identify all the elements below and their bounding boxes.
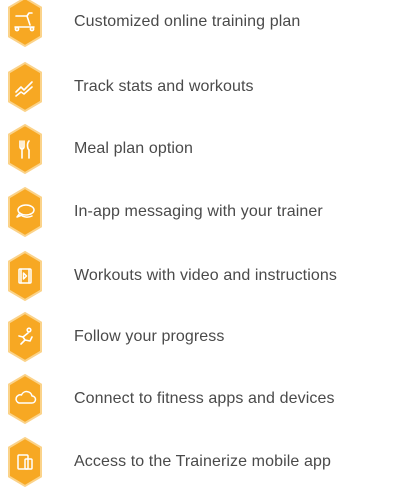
feature-item-track-stats: Track stats and workouts [0, 57, 396, 117]
feature-label: Customized online training plan [74, 13, 301, 30]
feature-label: Meal plan option [74, 140, 194, 157]
badge [4, 432, 46, 492]
feature-list: Customized online training plan Track st… [0, 0, 396, 488]
feature-label: In-app messaging with your trainer [74, 203, 323, 220]
feature-label: Track stats and workouts [74, 78, 254, 95]
badge [4, 119, 46, 179]
feature-item-training-plan: Customized online training plan [0, 0, 396, 52]
badge [4, 246, 46, 306]
feature-item-mobile-app: Access to the Trainerize mobile app [0, 432, 396, 492]
feature-item-messaging: In-app messaging with your trainer [0, 182, 396, 242]
feature-item-connect-apps: Connect to fitness apps and devices [0, 369, 396, 429]
feature-item-video-workouts: Workouts with video and instructions [0, 246, 396, 306]
badge [4, 182, 46, 242]
badge [4, 369, 46, 429]
feature-label: Follow your progress [74, 328, 225, 345]
feature-item-meal-plan: Meal plan option [0, 119, 396, 179]
feature-item-progress: Follow your progress [0, 307, 396, 367]
feature-label: Connect to fitness apps and devices [74, 390, 335, 407]
badge [4, 0, 46, 52]
badge [4, 57, 46, 117]
feature-label: Workouts with video and instructions [74, 267, 337, 284]
badge [4, 307, 46, 367]
feature-label: Access to the Trainerize mobile app [74, 453, 331, 470]
